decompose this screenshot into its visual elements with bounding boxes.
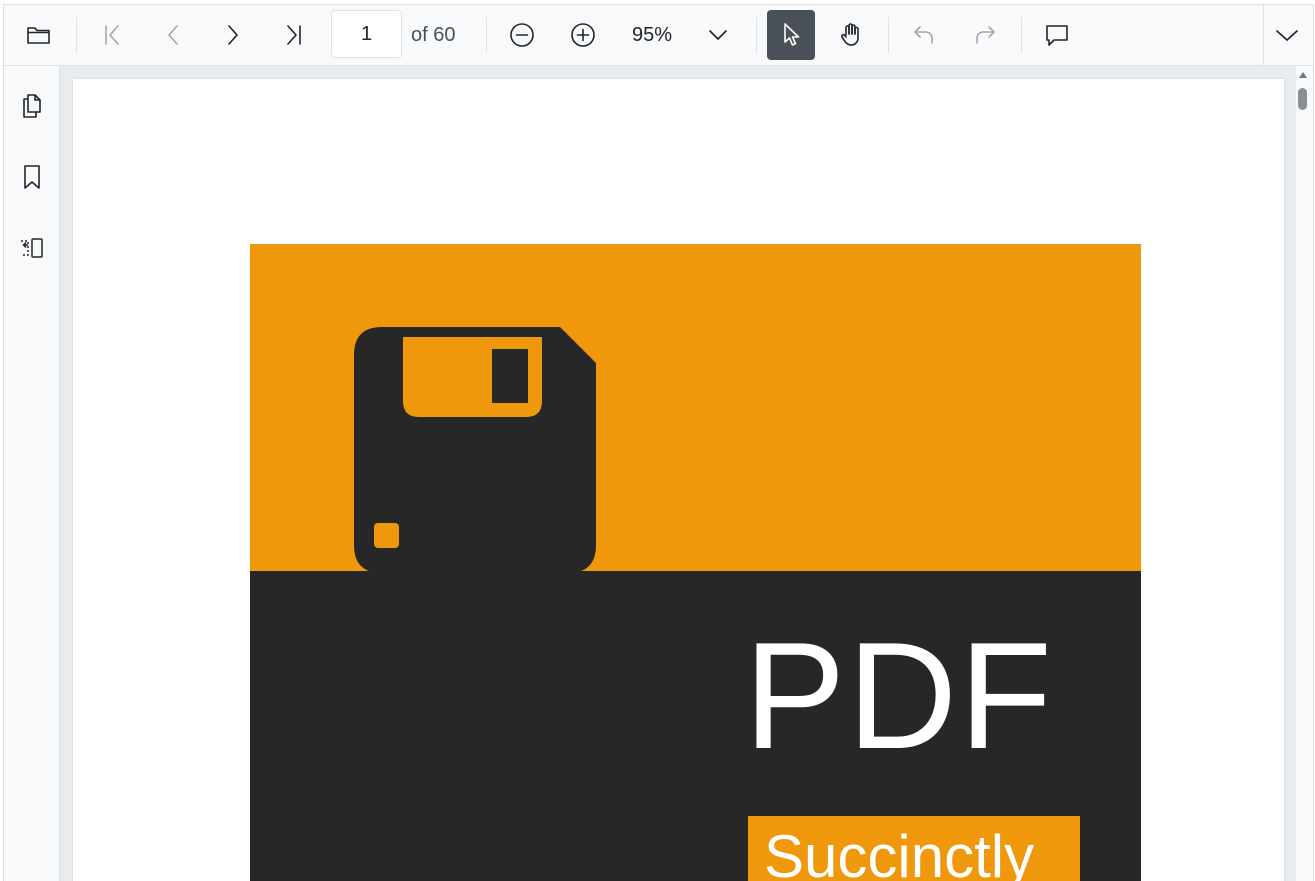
add-comment-button[interactable] (1033, 10, 1081, 60)
toolbar-separator (76, 17, 77, 53)
bookmarks-button[interactable] (8, 153, 56, 201)
pdf-page: PDF Succinctly (73, 79, 1284, 881)
zoom-out-icon (510, 23, 534, 47)
pdf-viewer: of 60 95% (3, 4, 1314, 881)
toolbar-separator (756, 17, 757, 53)
navigation-pane (4, 66, 60, 881)
undo-icon (914, 26, 933, 44)
first-page-icon (105, 25, 119, 45)
floppy-disk-icon (354, 327, 596, 573)
more-options-button[interactable] (1261, 10, 1313, 60)
previous-page-button[interactable] (149, 10, 197, 60)
cursor-arrow-icon (784, 23, 800, 46)
page-thumbnails-button[interactable] (8, 82, 56, 130)
main-toolbar: of 60 95% (4, 5, 1313, 66)
zoom-in-icon (571, 23, 595, 47)
toolbar-separator (1021, 17, 1022, 53)
cover-title: PDF (744, 611, 1054, 781)
redo-button[interactable] (961, 10, 1009, 60)
selection-tool-button[interactable] (767, 10, 815, 60)
first-page-button[interactable] (88, 10, 136, 60)
open-file-button[interactable] (15, 10, 63, 60)
chevron-down-icon (1276, 30, 1298, 41)
zoom-out-button[interactable] (498, 10, 546, 60)
redo-icon (976, 26, 995, 44)
folder-open-icon (27, 27, 50, 44)
zoom-value: 95% (632, 24, 673, 46)
next-page-button[interactable] (209, 10, 257, 60)
cover-tagline-box: Succinctly (748, 816, 1080, 881)
chevron-right-icon (228, 25, 238, 45)
last-page-icon (287, 25, 301, 45)
organize-pages-icon (21, 238, 43, 258)
scroll-up-arrow-icon[interactable] (1299, 72, 1307, 78)
zoom-dropdown-toggle[interactable] (694, 10, 742, 60)
hand-icon (841, 23, 859, 46)
document-viewer[interactable]: PDF Succinctly (60, 66, 1296, 881)
comment-icon (1046, 25, 1068, 46)
chevron-down-icon (709, 30, 727, 40)
current-page-input[interactable] (331, 10, 402, 58)
toolbar-separator (888, 17, 889, 53)
page-thumbnails-icon (23, 94, 41, 118)
zoom-in-button[interactable] (559, 10, 607, 60)
toolbar-separator (486, 17, 487, 53)
scrollbar-thumb[interactable] (1298, 88, 1307, 110)
vertical-scrollbar[interactable] (1296, 66, 1311, 881)
cover-tagline: Succinctly (764, 823, 1035, 881)
pan-tool-button[interactable] (827, 10, 875, 60)
undo-button[interactable] (900, 10, 948, 60)
organize-pages-button[interactable] (8, 224, 56, 272)
chevron-left-icon (168, 25, 178, 45)
last-page-button[interactable] (270, 10, 318, 60)
bookmark-icon (24, 165, 40, 189)
total-pages-label: of 60 (411, 24, 456, 46)
